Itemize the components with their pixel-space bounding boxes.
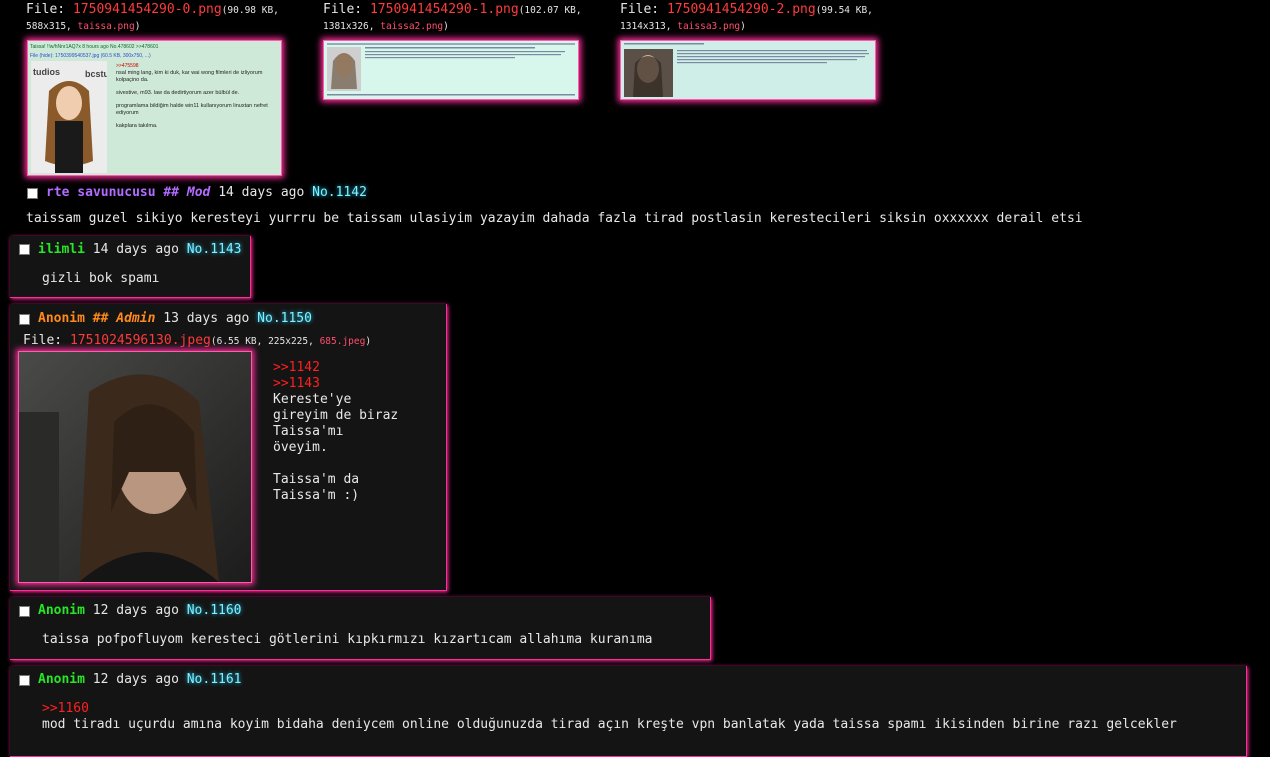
file-label: File: — [323, 2, 363, 17]
poster-name: Anonim — [38, 672, 85, 687]
file-original-name[interactable]: 685.jpeg — [320, 336, 366, 347]
post-date: 14 days ago — [92, 242, 179, 257]
thumb-text-block: nsal ming lang, kim ki duk, kar wai wong… — [116, 70, 276, 130]
file-dimensions: 1314x313, — [620, 21, 672, 32]
poster-name: Anonim — [38, 603, 85, 618]
op-thumbnail-0[interactable]: Taissa! !!w/hNnr1AQ7x 8 hours ago No.478… — [27, 40, 282, 176]
file-size: 90.98 KB, — [227, 5, 279, 16]
reply-comment-block: >>1142 >>1143 Kereste'ye gireyim de bira… — [273, 360, 398, 504]
reply-post-1160: Anonim 12 days ago No.1160 taissa pofpof… — [10, 597, 711, 660]
screenshot-preview — [621, 41, 875, 99]
svg-text:tudios: tudios — [33, 67, 60, 77]
file-size: 99.54 KB, — [821, 5, 873, 16]
reply-select-checkbox[interactable] — [19, 675, 30, 686]
file-dimensions: 588x315, — [26, 21, 72, 32]
op-select-checkbox[interactable] — [27, 188, 38, 199]
capcode-admin: ## Admin — [92, 311, 156, 326]
thumb-text: ediyorum — [116, 110, 139, 116]
thumb-text: File (hide): 1750399540537.jpg (60.5 KB,… — [30, 53, 151, 59]
post-date: 12 days ago — [92, 672, 179, 687]
file-size: 102.07 KB, — [524, 5, 582, 16]
file-label: File: — [23, 333, 63, 348]
reply-comment: mod tiradı uçurdu amına koyim bidaha den… — [42, 717, 1177, 732]
reply-comment: taissa pofpofluyom keresteci götlerini k… — [42, 632, 653, 647]
reply-comment: gizli bok spamı — [42, 271, 160, 286]
thumb-text: kakplara takılma. — [116, 123, 158, 129]
op-post-header: rte savunucusu ## Mod 14 days ago No.114… — [46, 185, 367, 200]
quote-link[interactable]: >>1142 — [273, 360, 398, 376]
reply-header: Anonim ## Admin 13 days ago No.1150 — [38, 311, 312, 326]
comment-line: Taissa'mı — [273, 424, 344, 439]
person-photo: tudios bcstu — [31, 61, 107, 173]
op-thumbnail-2[interactable] — [620, 40, 876, 100]
file-original-name[interactable]: taissa3.png — [677, 21, 740, 32]
post-date: 13 days ago — [163, 311, 250, 326]
reply-file-info: File: 1751024596130.jpeg(6.55 KB, 225x22… — [23, 333, 372, 348]
post-date: 12 days ago — [92, 603, 179, 618]
thumb-text: sivestive, m93. law da dedirtiyorum azer… — [116, 90, 240, 96]
post-number[interactable]: No.1161 — [187, 672, 242, 687]
op-file-2-info: File: 1750941454290-2.png(99.54 KB, 1314… — [620, 2, 873, 32]
comment-line: Taissa'm da — [273, 472, 360, 487]
thumb-text: programlama bildiğim halde win11 kullanı… — [116, 103, 268, 109]
file-link[interactable]: 1750941454290-0.png — [73, 2, 222, 17]
capcode-mod: ## Mod — [163, 185, 211, 200]
file-link[interactable]: 1750941454290-2.png — [667, 2, 816, 17]
reply-header: ilimli 14 days ago No.1143 — [38, 242, 242, 257]
file-original-name[interactable]: taissa2.png — [380, 21, 443, 32]
op-file-1-info: File: 1750941454290-1.png(102.07 KB, 138… — [323, 2, 582, 32]
comment-line: Kereste'ye — [273, 392, 352, 407]
reply-select-checkbox[interactable] — [19, 314, 30, 325]
poster-name: Anonim — [38, 311, 85, 326]
post-date: 14 days ago — [218, 185, 305, 200]
reply-post-1143: ilimli 14 days ago No.1143 gizli bok spa… — [10, 236, 251, 298]
comment-line: Taissa'm :) — [273, 488, 360, 503]
reply-post-1150: Anonim ## Admin 13 days ago No.1150 File… — [10, 304, 447, 591]
comment-line — [273, 456, 398, 472]
poster-name: rte savunucusu — [46, 185, 156, 200]
thumb-text: kolpaçino da. — [116, 77, 149, 83]
file-label: File: — [26, 2, 66, 17]
poster-name: ilimli — [38, 242, 85, 257]
file-link[interactable]: 1751024596130.jpeg — [70, 333, 211, 348]
reply-post-1161: Anonim 12 days ago No.1161 >>1160 mod ti… — [10, 666, 1247, 757]
file-link[interactable]: 1750941454290-1.png — [370, 2, 519, 17]
file-dimensions: 1381x326, — [323, 21, 375, 32]
post-number[interactable]: No.1160 — [187, 603, 242, 618]
reply-header: Anonim 12 days ago No.1160 — [38, 603, 242, 618]
reply-header: Anonim 12 days ago No.1161 — [38, 672, 242, 687]
op-file-0-info: File: 1750941454290-0.png(90.98 KB, 588x… — [26, 2, 279, 32]
thumb-text: Taissa! !!w/hNnr1AQ7x 8 hours ago No.478… — [30, 44, 159, 50]
thumb-text: nsal ming lang, kim ki duk, kar wai wong… — [116, 70, 263, 76]
post-number[interactable]: No.1150 — [257, 311, 312, 326]
op-comment: taissam guzel sikiyo keresteyi yurrru be… — [26, 211, 1083, 226]
comment-line: öveyim. — [273, 440, 328, 455]
post-number[interactable]: No.1143 — [187, 242, 242, 257]
reply-thumbnail[interactable] — [18, 351, 252, 583]
post-number[interactable]: No.1142 — [312, 185, 367, 200]
svg-text:bcstu: bcstu — [85, 69, 107, 79]
screenshot-preview — [324, 41, 578, 99]
reply-select-checkbox[interactable] — [19, 244, 30, 255]
file-label: File: — [620, 2, 660, 17]
comment-line: gireyim de biraz — [273, 408, 399, 423]
file-original-name[interactable]: taissa.png — [78, 21, 135, 32]
thumb-text: >>475598 — [116, 63, 139, 69]
file-size: 6.55 KB, 225x225, — [216, 336, 314, 347]
quote-link[interactable]: >>1160 — [42, 701, 89, 716]
reply-select-checkbox[interactable] — [19, 606, 30, 617]
person-photo — [19, 352, 251, 582]
op-thumbnail-1[interactable] — [323, 40, 579, 100]
quote-link[interactable]: >>1143 — [273, 376, 398, 392]
